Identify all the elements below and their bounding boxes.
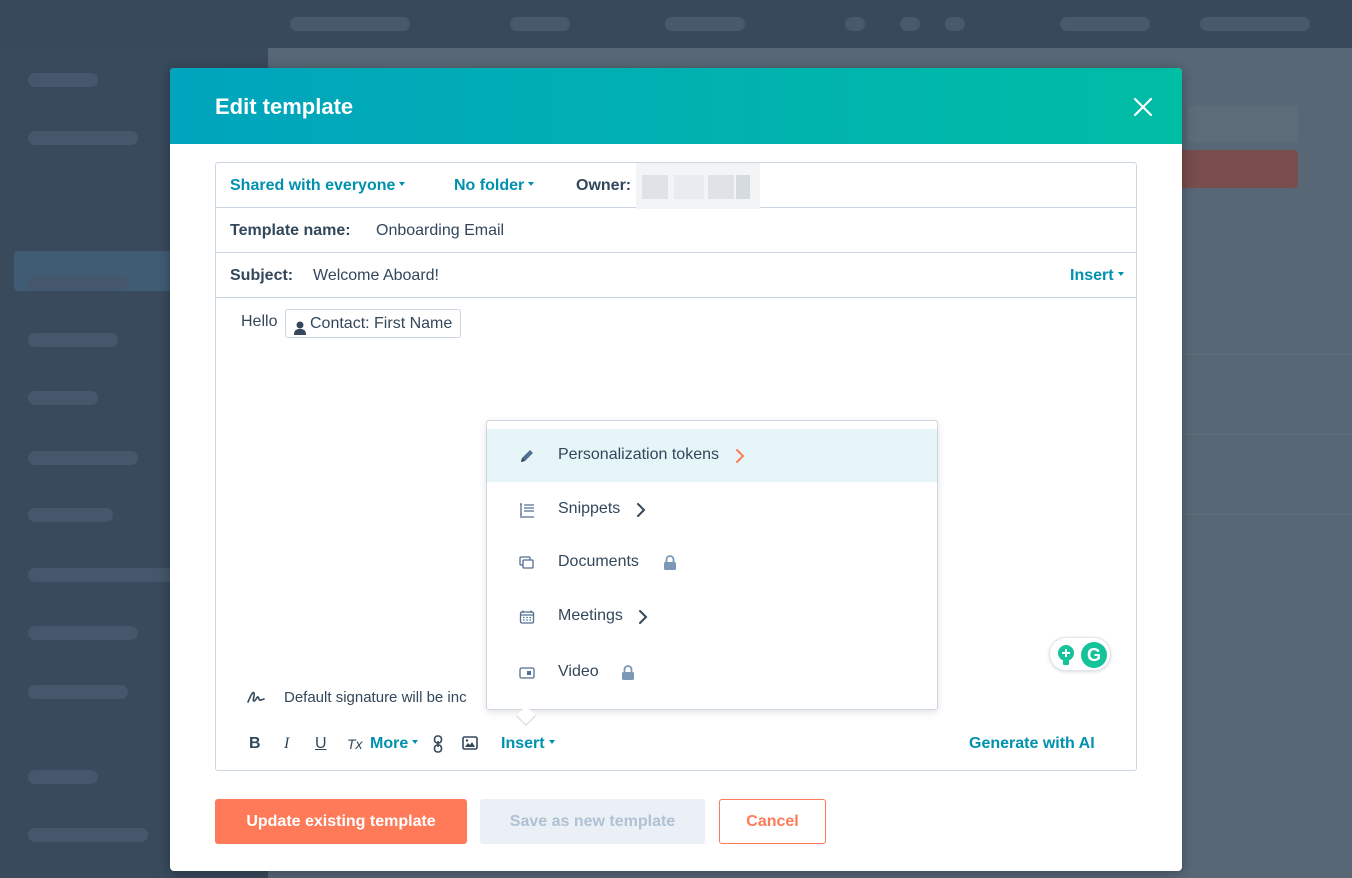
update-existing-template-button[interactable]: Update existing template: [215, 799, 467, 844]
subject-label: Subject:: [230, 267, 294, 284]
lightbulb-icon: [1056, 644, 1076, 671]
grammarly-widget[interactable]: G: [1049, 637, 1111, 671]
template-name-input[interactable]: Onboarding Email: [376, 222, 504, 240]
modal-title: Edit template: [215, 94, 354, 119]
format-toolbar: B I U Tx More Insert Generate with AI: [216, 727, 1136, 761]
template-name-row: Template name: Onboarding Email: [216, 208, 1136, 253]
cancel-button[interactable]: Cancel: [719, 799, 826, 844]
clear-format-button[interactable]: Tx: [347, 736, 363, 752]
template-editor: Shared with everyone No folder Owner: Te…: [215, 162, 1137, 771]
contact-token[interactable]: Contact: First Name: [285, 309, 462, 338]
owner-label: Owner:: [576, 177, 632, 194]
caret-down-icon: [412, 740, 419, 745]
subject-row: Subject: Welcome Aboard! Insert: [216, 253, 1136, 298]
insert-menu-item-label: Personalization tokens: [558, 446, 719, 463]
meta-row: Shared with everyone No folder Owner:: [216, 163, 1136, 209]
owner-value-redacted: [636, 163, 760, 209]
caret-down-icon: [528, 182, 535, 187]
underline-button[interactable]: U: [315, 735, 327, 753]
insert-menu: Personalization tokens Snippets Document: [486, 420, 938, 726]
insert-menu-item-label: Documents: [558, 553, 639, 570]
subject-insert-dropdown[interactable]: Insert: [1070, 267, 1124, 285]
insert-menu-item-label: Meetings: [558, 607, 623, 624]
dropdown-pointer: [516, 706, 536, 726]
italic-button[interactable]: I: [284, 735, 289, 753]
chevron-right-icon: [636, 502, 646, 523]
pencil-icon: [519, 448, 535, 469]
chevron-right-icon: [735, 448, 745, 469]
bold-button[interactable]: B: [249, 735, 261, 753]
documents-icon: [519, 555, 535, 576]
save-as-new-template-button[interactable]: Save as new template: [480, 799, 705, 844]
folder-dropdown[interactable]: No folder: [454, 177, 535, 195]
person-icon: [294, 317, 306, 344]
image-icon[interactable]: [462, 736, 478, 755]
body-greeting[interactable]: Hello: [241, 313, 277, 331]
signature-icon: [246, 687, 266, 711]
insert-menu-item-documents[interactable]: Documents: [487, 536, 937, 589]
insert-menu-item-video[interactable]: Video: [487, 646, 937, 699]
insert-menu-item-label: Snippets: [558, 500, 621, 517]
snippet-icon: [519, 502, 535, 523]
close-icon[interactable]: [1130, 94, 1156, 120]
more-dropdown[interactable]: More: [370, 735, 419, 753]
edit-template-modal: Edit template Shared with everyone No fo…: [170, 68, 1182, 871]
chevron-right-icon: [638, 609, 648, 630]
generate-with-ai-button[interactable]: Generate with AI: [969, 735, 1095, 753]
signature-text: Default signature will be inc: [284, 689, 467, 706]
grammarly-icon: G: [1081, 642, 1107, 668]
caret-down-icon: [1117, 272, 1124, 277]
link-icon[interactable]: [433, 735, 443, 758]
caret-down-icon: [548, 740, 555, 745]
insert-menu-item-meetings[interactable]: Meetings: [487, 590, 937, 643]
insert-menu-item-label: Video: [558, 663, 599, 680]
lock-icon: [663, 555, 677, 576]
caret-down-icon: [399, 182, 406, 187]
calendar-icon: [519, 609, 535, 630]
insert-menu-item-personalization-tokens[interactable]: Personalization tokens: [487, 429, 937, 482]
insert-menu-item-snippets[interactable]: Snippets: [487, 483, 937, 536]
visibility-dropdown[interactable]: Shared with everyone: [230, 177, 406, 195]
video-icon: [519, 665, 535, 686]
insert-dropdown[interactable]: Insert: [501, 735, 555, 753]
modal-header: Edit template: [170, 68, 1182, 144]
template-name-label: Template name:: [230, 222, 351, 239]
subject-input[interactable]: Welcome Aboard!: [313, 267, 439, 285]
lock-icon: [621, 665, 635, 686]
